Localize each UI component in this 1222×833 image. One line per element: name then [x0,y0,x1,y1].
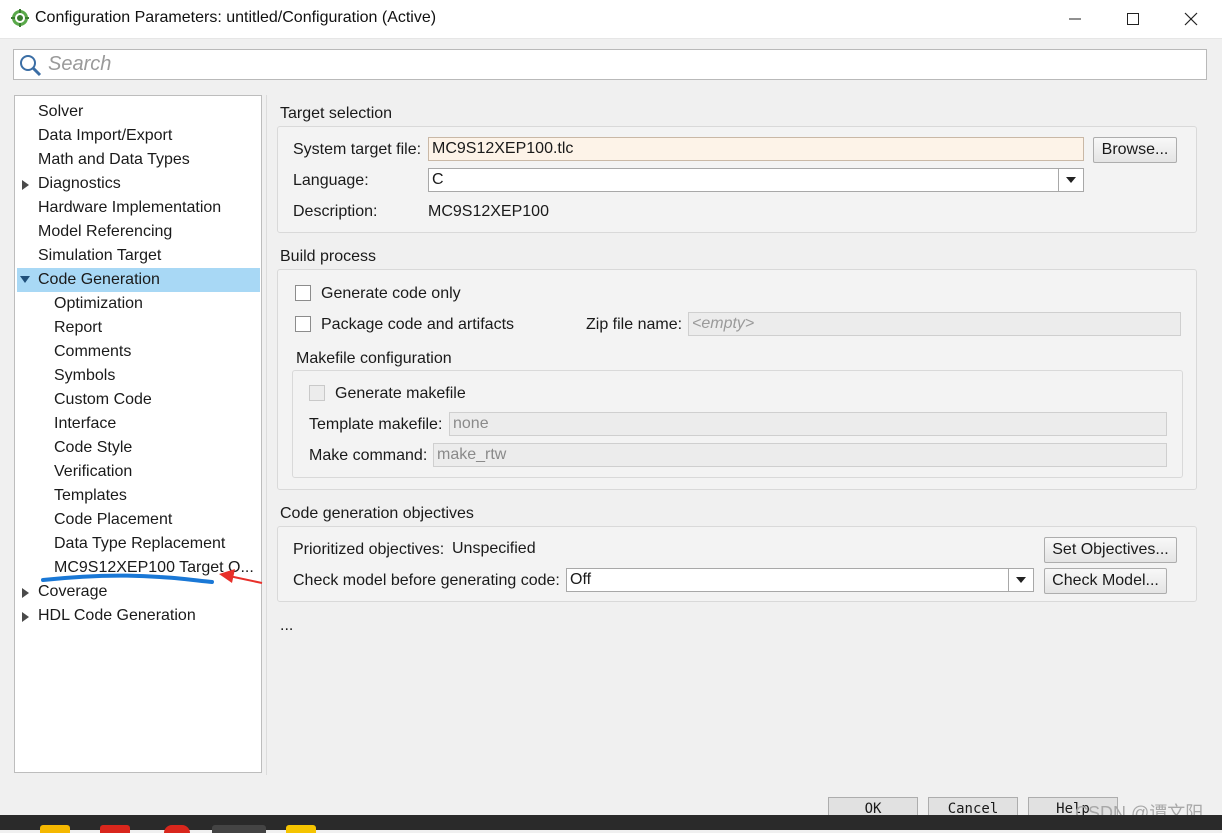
package-code-label[interactable]: Package code and artifacts [321,316,514,334]
target-selection-title: Target selection [280,105,393,122]
template-makefile-label: Template makefile: [309,416,443,433]
tree-item-data-type-replacement[interactable]: Data Type Replacement [17,532,260,556]
build-process-panel: Generate code only Package code and arti… [277,269,1197,490]
tree-item-symbols[interactable]: Symbols [17,364,260,388]
tree-item-comments[interactable]: Comments [17,340,260,364]
taskbar-app-icon[interactable] [212,825,266,833]
objectives-title: Code generation objectives [280,505,474,522]
more-options-ellipsis[interactable]: ... [280,617,293,635]
generate-code-only-label[interactable]: Generate code only [321,285,461,303]
system-target-file-label: System target file: [293,141,422,158]
check-model-button[interactable]: Check Model... [1044,568,1167,594]
set-objectives-button[interactable]: Set Objectives... [1044,537,1177,563]
makefile-config-panel: Generate makefile Template makefile: non… [292,370,1183,478]
browse-button[interactable]: Browse... [1093,137,1177,163]
tree-item-report[interactable]: Report [17,316,260,340]
tree-item-hardware-implementation[interactable]: Hardware Implementation [17,196,260,220]
tree-item-model-referencing[interactable]: Model Referencing [17,220,260,244]
search-input[interactable]: Search [13,49,1207,80]
build-process-title: Build process [280,248,377,265]
expand-arrow-icon[interactable] [22,612,30,622]
language-select[interactable]: C [428,168,1084,192]
generate-makefile-checkbox[interactable] [309,385,325,401]
expand-arrow-icon[interactable] [22,588,30,598]
chevron-down-icon [1016,577,1026,583]
maximize-button[interactable] [1104,0,1162,38]
window-title: Configuration Parameters: untitled/Confi… [35,9,437,26]
prioritized-objectives-value: Unspecified [452,540,536,557]
makefile-config-title: Makefile configuration [296,350,452,367]
language-label: Language: [293,172,369,189]
tree-item-templates[interactable]: Templates [17,484,260,508]
prioritized-objectives-label: Prioritized objectives: [293,541,445,558]
make-command-label: Make command: [309,447,428,464]
tree-item-simulation-target[interactable]: Simulation Target [17,244,260,268]
check-model-dropdown-toggle[interactable] [1008,569,1033,591]
make-command-input[interactable]: make_rtw [433,443,1167,467]
tree-item-interface[interactable]: Interface [17,412,260,436]
search-placeholder: Search [48,53,112,75]
tree-item-math-data-types[interactable]: Math and Data Types [17,148,260,172]
zip-file-input[interactable]: <empty> [688,312,1181,336]
chevron-down-icon [1066,177,1076,183]
check-model-label: Check model before generating code: [293,572,560,589]
close-icon [1184,12,1198,26]
target-selection-panel: System target file: MC9S12XEP100.tlc Bro… [277,126,1197,233]
generate-code-only-checkbox[interactable] [295,285,311,301]
tree-item-solver[interactable]: Solver [17,100,260,124]
generate-makefile-label[interactable]: Generate makefile [335,385,466,403]
tree-item-label: Code Generation [38,271,160,288]
taskbar-app-icon[interactable] [100,825,130,833]
tree-item-code-style[interactable]: Code Style [17,436,260,460]
check-model-select[interactable]: Off [566,568,1034,592]
title-bar: Configuration Parameters: untitled/Confi… [0,0,1222,39]
annotation-arrow-mark [219,569,263,584]
language-dropdown-toggle[interactable] [1058,169,1083,191]
description-value: MC9S12XEP100 [428,203,549,220]
close-button[interactable] [1162,0,1220,38]
tree-item-data-import-export[interactable]: Data Import/Export [17,124,260,148]
package-code-checkbox[interactable] [295,316,311,332]
taskbar-app-icon[interactable] [164,825,190,833]
template-makefile-input[interactable]: none [449,412,1167,436]
tree-item-code-placement[interactable]: Code Placement [17,508,260,532]
zip-file-label: Zip file name: [586,316,683,333]
tree-item-label: HDL Code Generation [38,607,196,624]
tree-item-label: Diagnostics [38,175,121,192]
simulink-config-icon [11,9,29,27]
check-model-selected-value: Off [570,571,592,588]
tree-item-optimization[interactable]: Optimization [17,292,260,316]
annotation-underline-mark [41,573,214,584]
taskbar-app-icon[interactable] [286,825,316,833]
taskbar [0,815,1222,833]
search-icon [20,55,42,77]
maximize-icon [1127,13,1139,25]
tree-item-diagnostics[interactable]: Diagnostics [17,172,260,196]
objectives-panel: Prioritized objectives: Unspecified Set … [277,526,1197,602]
tree-item-hdl-code-generation[interactable]: HDL Code Generation [17,604,260,628]
collapse-arrow-icon[interactable] [20,276,30,284]
tree-item-custom-code[interactable]: Custom Code [17,388,260,412]
language-selected-value: C [432,171,444,188]
expand-arrow-icon[interactable] [22,180,30,190]
tree-item-code-generation[interactable]: Code Generation [17,268,260,292]
description-label: Description: [293,203,378,220]
pane-divider[interactable] [266,95,267,775]
system-target-file-field[interactable]: MC9S12XEP100.tlc [428,137,1084,161]
minimize-button[interactable] [1046,0,1104,38]
category-tree[interactable]: Solver Data Import/Export Math and Data … [14,95,262,773]
minimize-icon [1069,18,1081,20]
tree-item-verification[interactable]: Verification [17,460,260,484]
taskbar-app-icon[interactable] [40,825,70,833]
